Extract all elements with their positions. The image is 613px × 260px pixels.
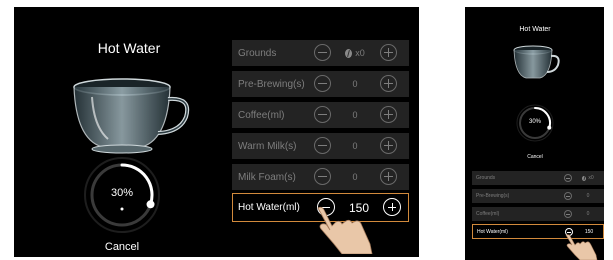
cup-image: [513, 45, 560, 79]
hand-pointer-icon: [317, 206, 373, 254]
row-label: Hot Water(ml): [238, 202, 300, 213]
minus-icon[interactable]: [564, 174, 572, 182]
coffee-bean-icon: [345, 48, 353, 58]
row-label: Coffee(ml): [476, 211, 500, 217]
minus-icon[interactable]: [314, 106, 331, 123]
row-warm-milk: Warm Milk(s) 0: [232, 133, 409, 159]
row-label: Grounds: [476, 175, 496, 181]
row-value: x0: [355, 48, 365, 58]
row-pre-brewing: Pre-Brewing(s) 0: [472, 189, 604, 203]
row-value: 0: [586, 193, 590, 199]
row-label: Milk Foam(s): [238, 171, 296, 183]
plus-icon[interactable]: [380, 44, 397, 61]
row-value: 0: [352, 110, 358, 120]
row-label: Grounds: [238, 47, 277, 59]
minus-icon[interactable]: [314, 75, 331, 92]
small-screen: Hot Water 30% Cancel Grounds x0 Pre-Brew…: [465, 7, 604, 260]
row-value: 0: [352, 172, 358, 182]
row-value: 0: [586, 211, 590, 217]
minus-icon[interactable]: [314, 137, 331, 154]
row-milk-foam: Milk Foam(s) 0: [232, 164, 409, 190]
large-screen: Hot Water 30% Cancel Grounds x0 Pre-Brew…: [14, 7, 419, 257]
row-grounds: Grounds x0: [472, 171, 604, 185]
row-pre-brewing: Pre-Brewing(s) 0: [232, 71, 409, 97]
plus-icon[interactable]: [380, 137, 397, 154]
cancel-button[interactable]: Cancel: [89, 241, 155, 253]
progress-label: 30%: [110, 187, 134, 199]
coffee-bean-icon: [582, 175, 587, 181]
plus-icon[interactable]: [380, 75, 397, 92]
row-coffee: Coffee(ml) 0: [232, 102, 409, 128]
page-title: Hot Water: [97, 40, 161, 56]
minus-icon[interactable]: [314, 168, 331, 185]
row-label: Pre-Brewing(s): [238, 78, 305, 90]
progress-knob: [547, 125, 552, 130]
progress-knob: [146, 200, 155, 209]
minus-icon[interactable]: [564, 192, 572, 200]
plus-icon[interactable]: [380, 168, 397, 185]
row-grounds: Grounds x0: [232, 40, 409, 66]
row-label: Pre-Brewing(s): [476, 193, 510, 199]
plus-icon[interactable]: [380, 106, 397, 123]
row-coffee: Coffee(ml) 0: [472, 207, 604, 221]
cup-image: [73, 78, 190, 154]
row-label: Coffee(ml): [238, 109, 285, 121]
progress-label: 30%: [528, 119, 541, 125]
row-label: Hot Water(ml): [477, 228, 508, 235]
plus-icon[interactable]: [383, 198, 401, 216]
row-label: Warm Milk(s): [238, 140, 297, 152]
minus-icon[interactable]: [564, 210, 572, 218]
hand-pointer-icon: [565, 234, 598, 260]
minus-icon[interactable]: [314, 44, 331, 61]
row-value: 0: [352, 79, 358, 89]
row-value: 0: [352, 141, 358, 151]
row-value: x0: [588, 175, 594, 181]
page-title: Hot Water: [519, 26, 551, 33]
cancel-button[interactable]: Cancel: [515, 154, 555, 160]
